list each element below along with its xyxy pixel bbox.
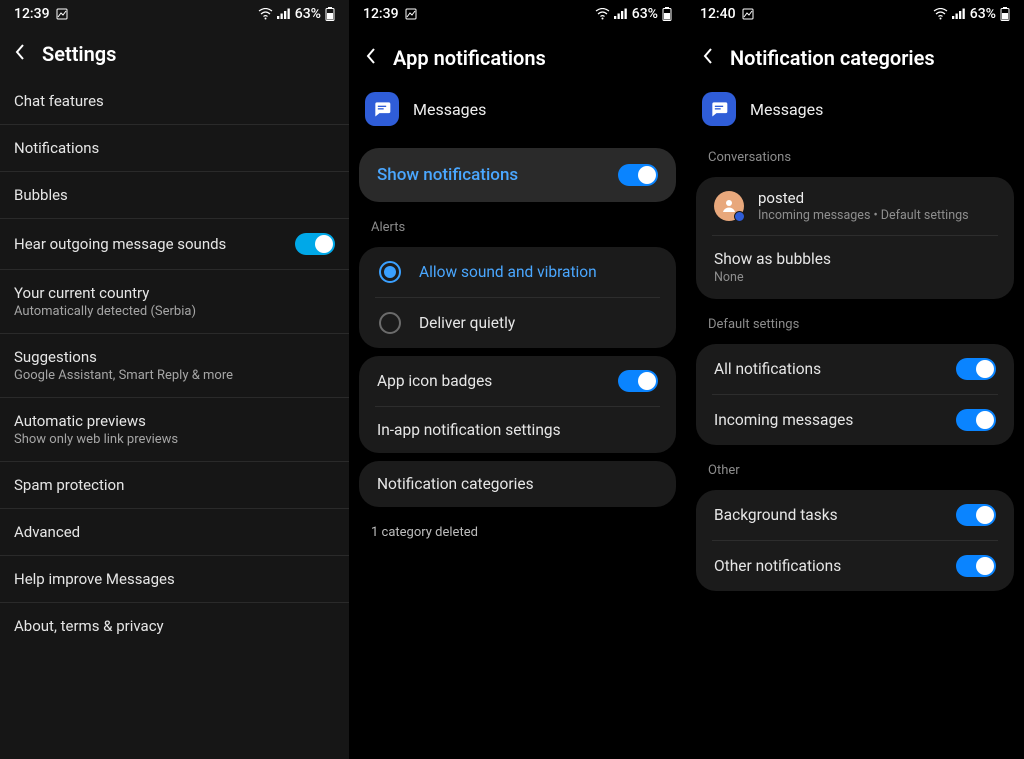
toggle-hear-outgoing[interactable]	[295, 233, 335, 255]
toggle-all-notifications[interactable]	[956, 358, 996, 380]
item-advanced[interactable]: Advanced	[0, 509, 349, 556]
screen-app-notifications: 12:39 63% App notifications Messages Sho…	[349, 0, 686, 759]
page-title: App notifications	[393, 46, 546, 70]
contact-avatar	[714, 191, 744, 221]
app-name: Messages	[413, 100, 486, 119]
toggle-app-icon-badges[interactable]	[618, 370, 658, 392]
posted-sub: Incoming messages • Default settings	[758, 208, 969, 223]
radio-icon	[379, 261, 401, 283]
row-other-notifications[interactable]: Other notifications	[696, 541, 1014, 591]
item-chat-features[interactable]: Chat features	[0, 78, 349, 125]
app-identifier[interactable]: Messages	[686, 86, 1024, 140]
back-button[interactable]	[14, 43, 26, 65]
item-current-country[interactable]: Your current country Automatically detec…	[0, 270, 349, 334]
page-title: Settings	[42, 42, 116, 66]
toggle-incoming-messages[interactable]	[956, 409, 996, 431]
messages-app-icon	[365, 92, 399, 126]
item-suggestions[interactable]: Suggestions Google Assistant, Smart Repl…	[0, 334, 349, 398]
status-time: 12:40	[700, 6, 736, 22]
row-show-notifications[interactable]: Show notifications	[359, 148, 676, 202]
footnote-deleted: 1 category deleted	[349, 515, 686, 550]
status-time: 12:39	[363, 6, 399, 22]
picture-icon	[56, 8, 68, 20]
battery-icon	[1000, 7, 1010, 21]
row-incoming-messages[interactable]: Incoming messages	[696, 395, 1014, 445]
toggle-other-notifications[interactable]	[956, 555, 996, 577]
battery-percent: 63%	[632, 6, 658, 22]
back-button[interactable]	[365, 47, 377, 69]
signal-icon	[952, 8, 966, 20]
item-automatic-previews[interactable]: Automatic previews Show only web link pr…	[0, 398, 349, 462]
app-name: Messages	[750, 100, 823, 119]
battery-icon	[662, 7, 672, 21]
item-bubbles[interactable]: Bubbles	[0, 172, 349, 219]
settings-list: Chat features Notifications Bubbles Hear…	[0, 78, 349, 649]
wifi-icon	[933, 8, 948, 20]
signal-icon	[277, 8, 291, 20]
status-bar: 12:39 63%	[0, 0, 349, 26]
header: App notifications	[349, 26, 686, 86]
wifi-icon	[595, 8, 610, 20]
toggle-background-tasks[interactable]	[956, 504, 996, 526]
row-app-icon-badges[interactable]: App icon badges	[359, 356, 676, 406]
item-spam-protection[interactable]: Spam protection	[0, 462, 349, 509]
app-badge-icon	[734, 211, 745, 222]
screen-settings: 12:39 63% Settings Chat features Notific…	[0, 0, 349, 759]
item-about-terms[interactable]: About, terms & privacy	[0, 603, 349, 649]
card-other: Background tasks Other notifications	[696, 490, 1014, 591]
row-show-as-bubbles[interactable]: Show as bubbles None	[696, 236, 1014, 299]
card-alerts: Allow sound and vibration Deliver quietl…	[359, 247, 676, 348]
radio-allow-sound[interactable]: Allow sound and vibration	[359, 247, 676, 297]
card-default-settings: All notifications Incoming messages	[696, 344, 1014, 445]
battery-icon	[325, 7, 335, 21]
app-identifier[interactable]: Messages	[349, 86, 686, 140]
item-notifications[interactable]: Notifications	[0, 125, 349, 172]
item-help-improve[interactable]: Help improve Messages	[0, 556, 349, 603]
card-conversations: posted Incoming messages • Default setti…	[696, 177, 1014, 299]
row-posted[interactable]: posted Incoming messages • Default setti…	[696, 177, 1014, 235]
card-badges-settings: App icon badges In-app notification sett…	[359, 356, 676, 453]
battery-percent: 63%	[970, 6, 996, 22]
radio-icon	[379, 312, 401, 334]
back-button[interactable]	[702, 47, 714, 69]
header: Settings	[0, 26, 349, 78]
status-time: 12:39	[14, 6, 50, 22]
page-title: Notification categories	[730, 46, 935, 70]
section-alerts: Alerts	[349, 210, 686, 239]
item-hear-outgoing-sounds[interactable]: Hear outgoing message sounds	[0, 219, 349, 270]
header: Notification categories	[686, 26, 1024, 86]
posted-title: posted	[758, 189, 969, 207]
screen-notification-categories: 12:40 63% Notification categories Messag…	[686, 0, 1024, 759]
row-in-app-settings[interactable]: In-app notification settings	[359, 407, 676, 453]
card-notification-categories: Notification categories	[359, 461, 676, 507]
row-background-tasks[interactable]: Background tasks	[696, 490, 1014, 540]
radio-deliver-quietly[interactable]: Deliver quietly	[359, 298, 676, 348]
section-other: Other	[686, 453, 1024, 482]
signal-icon	[614, 8, 628, 20]
battery-percent: 63%	[295, 6, 321, 22]
status-bar: 12:39 63%	[349, 0, 686, 26]
status-bar: 12:40 63%	[686, 0, 1024, 26]
wifi-icon	[258, 8, 273, 20]
row-all-notifications[interactable]: All notifications	[696, 344, 1014, 394]
picture-icon	[742, 8, 754, 20]
section-default-settings: Default settings	[686, 307, 1024, 336]
picture-icon	[405, 8, 417, 20]
messages-app-icon	[702, 92, 736, 126]
toggle-show-notifications[interactable]	[618, 164, 658, 186]
section-conversations: Conversations	[686, 140, 1024, 169]
row-notification-categories[interactable]: Notification categories	[359, 461, 676, 507]
